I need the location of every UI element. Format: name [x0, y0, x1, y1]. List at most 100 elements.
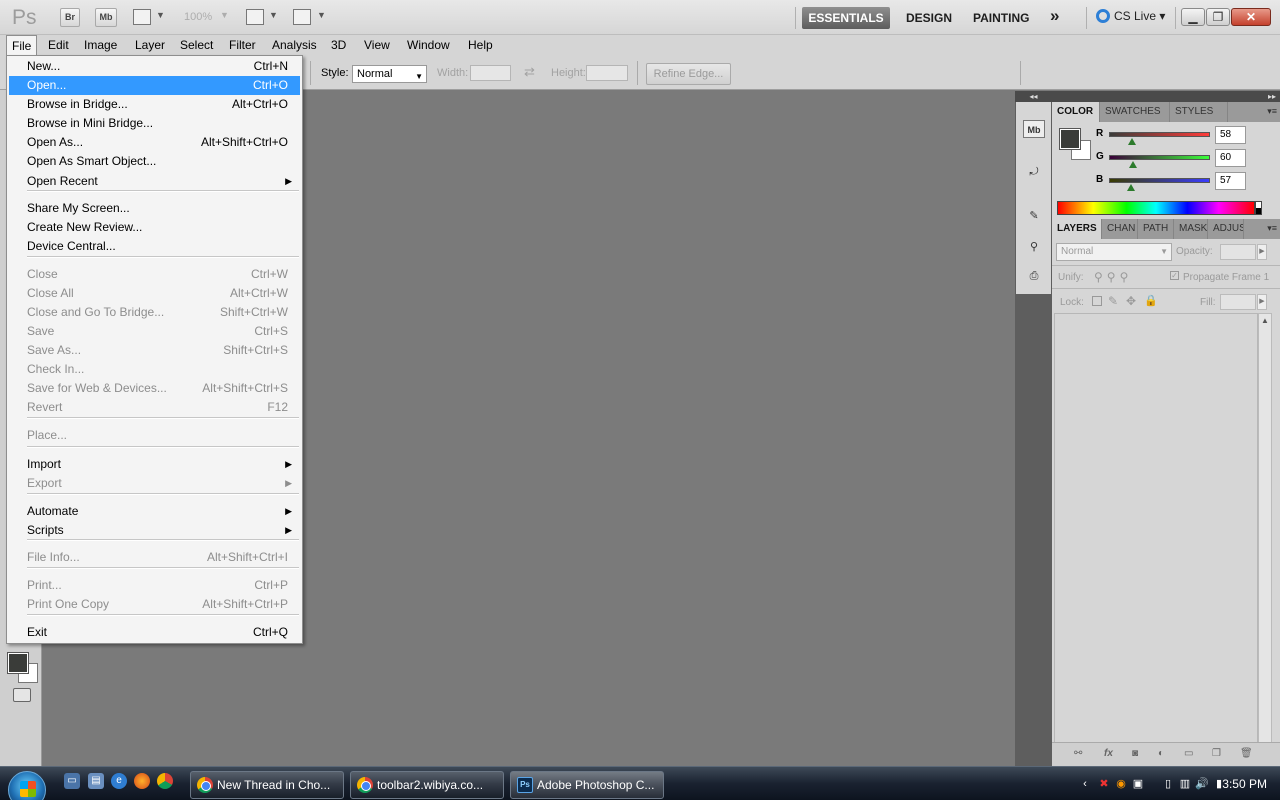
color-spectrum-bar[interactable] — [1057, 201, 1255, 215]
tab-layers[interactable]: LAYERS — [1052, 219, 1102, 239]
chevron-down-icon[interactable]: ▼ — [220, 10, 229, 20]
blue-slider-thumb[interactable] — [1127, 184, 1135, 191]
taskbar-button-chrome-1[interactable]: New Thread in Cho... — [190, 771, 344, 799]
swap-dimensions-icon[interactable]: ⇄ — [524, 64, 535, 80]
file-menu-item[interactable]: Open As... Alt+Shift+Ctrl+O — [9, 133, 300, 152]
layers-scrollbar[interactable]: ▲ ▼ — [1258, 313, 1272, 760]
refine-edge-button[interactable]: Refine Edge... — [646, 63, 731, 85]
file-menu-item[interactable]: Close Ctrl+W — [9, 265, 300, 284]
menu-select[interactable]: Select — [180, 38, 213, 52]
file-menu-item[interactable]: Print... Ctrl+P — [9, 576, 300, 595]
tray-expand-icon[interactable]: ‹ — [1078, 777, 1092, 791]
collapse-dock-icon[interactable]: ◂◂ — [1015, 91, 1052, 102]
menu-view[interactable]: View — [364, 38, 390, 52]
file-menu-item[interactable]: Device Central... — [9, 237, 300, 256]
screen-mode-icon[interactable] — [293, 9, 311, 25]
new-layer-icon[interactable]: ❐ — [1212, 748, 1221, 759]
file-menu-item[interactable]: Scripts ▶ — [9, 521, 300, 540]
menu-analysis[interactable]: Analysis — [272, 38, 317, 52]
red-slider-thumb[interactable] — [1128, 138, 1136, 145]
brush-panel-icon[interactable]: ⚲ — [1023, 237, 1045, 255]
file-menu-item[interactable]: Browse in Mini Bridge... — [9, 114, 300, 133]
propagate-checkbox[interactable]: ✓ — [1170, 271, 1179, 280]
black-white-swatch[interactable] — [1255, 201, 1262, 215]
chevron-down-icon[interactable]: ▼ — [317, 10, 326, 20]
color-foreground-swatch[interactable] — [1059, 128, 1081, 150]
tab-channels[interactable]: CHAN — [1102, 219, 1138, 239]
workspace-essentials-button[interactable]: ESSENTIALS — [802, 7, 890, 29]
file-menu-item[interactable]: Import ▶ — [9, 455, 300, 474]
taskbar-button-photoshop[interactable]: Ps Adobe Photoshop C... — [510, 771, 664, 799]
brush-presets-icon[interactable]: ✎ — [1023, 206, 1045, 224]
fill-field[interactable] — [1220, 294, 1256, 310]
volume-icon[interactable]: 🔊 — [1195, 777, 1209, 791]
tab-paths[interactable]: PATH — [1138, 219, 1174, 239]
menu-layer[interactable]: Layer — [135, 38, 165, 52]
network-icon[interactable]: ▥ — [1178, 777, 1192, 791]
close-button[interactable]: ✕ — [1231, 8, 1271, 26]
file-menu-item[interactable]: Print One Copy Alt+Shift+Ctrl+P — [9, 595, 300, 614]
file-menu-item[interactable]: Open Recent ▶ — [9, 172, 300, 191]
firefox-icon[interactable] — [134, 773, 150, 789]
clone-source-icon[interactable]: ⎙ — [1023, 266, 1045, 284]
zoom-level[interactable]: 100% — [184, 11, 212, 23]
menu-file[interactable]: File — [6, 35, 38, 55]
workspace-design-button[interactable]: DESIGN — [906, 11, 952, 25]
restore-button[interactable]: ❐ — [1206, 8, 1230, 26]
file-menu-item[interactable]: Save Ctrl+S — [9, 322, 300, 341]
green-slider[interactable] — [1109, 155, 1210, 160]
switch-windows-icon[interactable]: ▤ — [88, 773, 104, 789]
file-menu-item[interactable]: Close All Alt+Ctrl+W — [9, 284, 300, 303]
blue-value-field[interactable]: 57 — [1215, 172, 1246, 190]
tab-color[interactable]: COLOR — [1052, 102, 1100, 122]
lock-transparent-icon[interactable] — [1092, 296, 1102, 306]
menu-filter[interactable]: Filter — [229, 38, 256, 52]
menu-image[interactable]: Image — [84, 38, 117, 52]
lock-all-icon[interactable]: 🔒 — [1144, 294, 1158, 307]
tab-styles[interactable]: STYLES — [1170, 102, 1228, 122]
tab-swatches[interactable]: SWATCHES — [1100, 102, 1170, 122]
file-menu-item[interactable]: Export ▶ — [9, 474, 300, 493]
file-menu-item[interactable]: Save for Web & Devices... Alt+Shift+Ctrl+… — [9, 379, 300, 398]
file-menu-item[interactable]: Exit Ctrl+Q — [9, 623, 300, 642]
file-menu-item[interactable]: Browse in Bridge... Alt+Ctrl+O — [9, 95, 300, 114]
mini-bridge-button[interactable]: Mb — [95, 8, 117, 27]
file-menu-item[interactable]: Revert F12 — [9, 398, 300, 417]
arrange-documents-icon[interactable] — [246, 9, 264, 25]
tab-masks[interactable]: MASK — [1174, 219, 1208, 239]
new-group-icon[interactable]: ▭ — [1184, 748, 1193, 759]
file-menu-item[interactable]: File Info... Alt+Shift+Ctrl+I — [9, 548, 300, 567]
history-panel-icon[interactable]: ⤾ — [1023, 162, 1045, 180]
height-field[interactable] — [586, 65, 628, 81]
menu-window[interactable]: Window — [407, 38, 450, 52]
file-menu-item[interactable]: Close and Go To Bridge... Shift+Ctrl+W — [9, 303, 300, 322]
file-menu-item[interactable]: New... Ctrl+N — [9, 57, 300, 76]
style-select[interactable]: Normal ▼ — [352, 65, 427, 83]
adjustment-layer-icon[interactable]: ◐ — [1158, 748, 1164, 759]
lock-image-icon[interactable]: ✎ — [1108, 294, 1118, 308]
view-extras-icon[interactable] — [133, 9, 151, 25]
foreground-color-swatch[interactable] — [7, 652, 29, 674]
tray-app-icon[interactable]: ◉ — [1114, 777, 1128, 791]
collapse-panels-icon[interactable]: ▸▸ — [1052, 91, 1280, 102]
green-value-field[interactable]: 60 — [1215, 149, 1246, 167]
file-menu-item[interactable]: Share My Screen... — [9, 199, 300, 218]
tray-app-icon[interactable]: ▯ — [1161, 777, 1175, 791]
tab-adjustments[interactable]: ADJUS — [1208, 219, 1244, 239]
opacity-field[interactable] — [1220, 244, 1256, 260]
mini-bridge-panel-icon[interactable]: Mb — [1023, 120, 1045, 138]
chevron-down-icon[interactable]: ▼ — [269, 10, 278, 20]
panel-menu-icon[interactable]: ▾≡ — [1267, 223, 1277, 234]
link-layers-icon[interactable]: ⚯ — [1074, 748, 1082, 759]
blue-slider[interactable] — [1109, 178, 1210, 183]
menu-help[interactable]: Help — [468, 38, 493, 52]
panel-menu-icon[interactable]: ▾≡ — [1267, 106, 1277, 117]
fill-arrow-icon[interactable]: ▶ — [1257, 294, 1267, 310]
green-slider-thumb[interactable] — [1129, 161, 1137, 168]
file-menu-item[interactable]: Open As Smart Object... — [9, 152, 300, 171]
tray-app-icon[interactable]: ✖ — [1097, 777, 1111, 791]
workspace-painting-button[interactable]: PAINTING — [973, 11, 1029, 25]
file-menu-item[interactable]: Create New Review... — [9, 218, 300, 237]
red-slider[interactable] — [1109, 132, 1210, 137]
fx-icon[interactable]: fx — [1104, 748, 1113, 759]
